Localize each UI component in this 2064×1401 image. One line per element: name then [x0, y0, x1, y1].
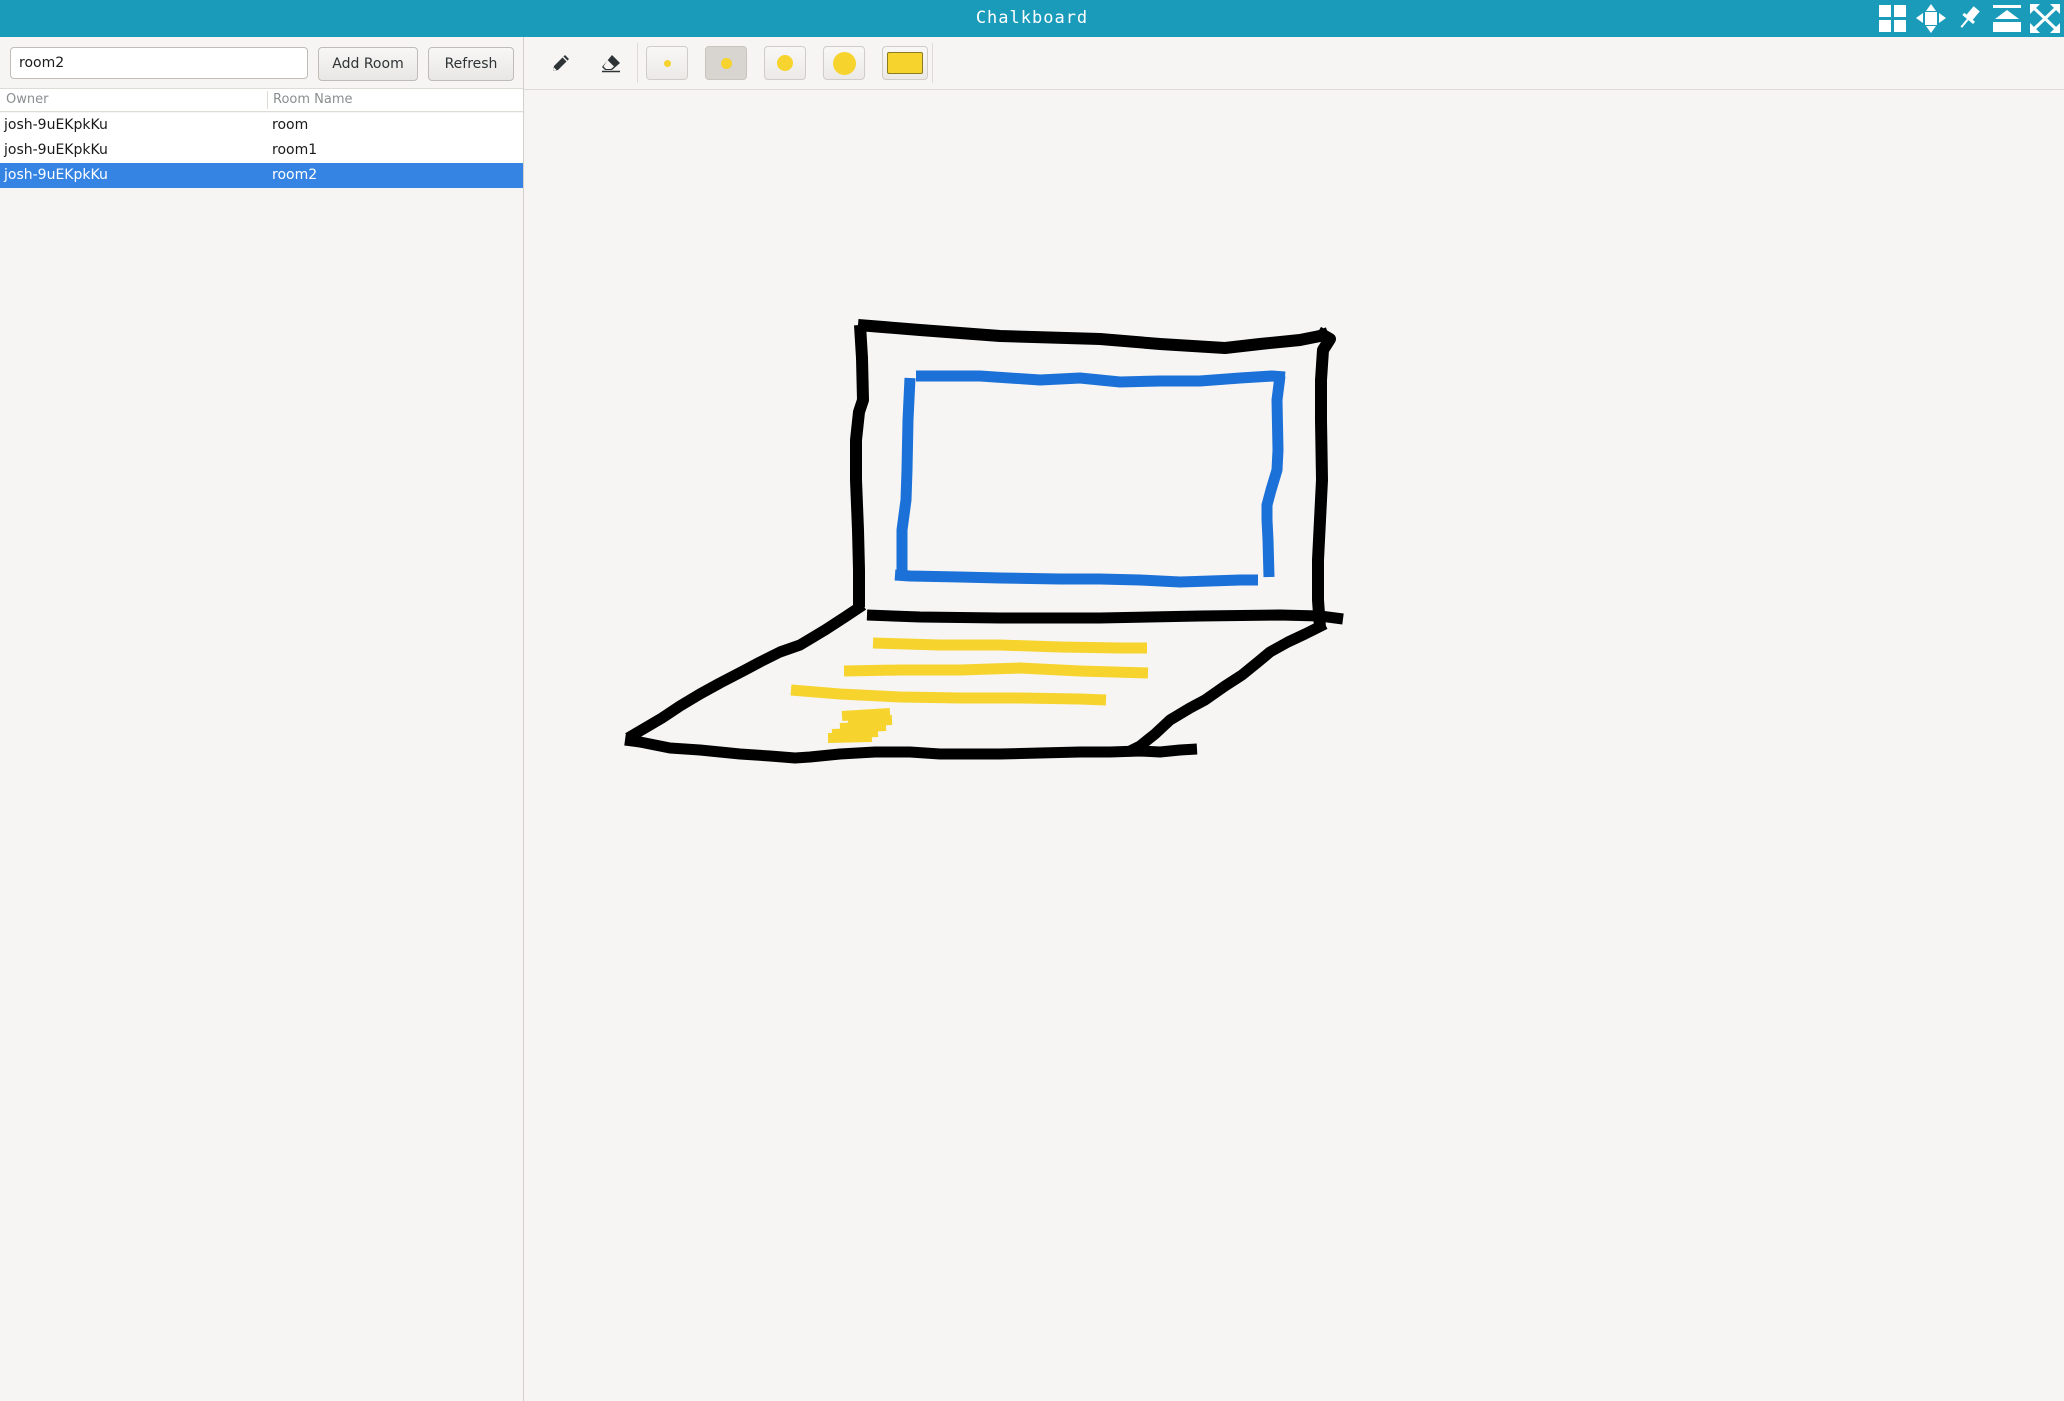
- owner-cell: josh-9uEKpkKu: [4, 117, 108, 133]
- laptop-display-right: [1261, 375, 1286, 578]
- laptop-hinge: [866, 609, 1344, 625]
- laptop-display-left: [896, 377, 916, 575]
- toolbar-separator: [932, 43, 933, 83]
- owner-cell: josh-9uEKpkKu: [4, 167, 108, 183]
- pencil-tool-button[interactable]: [540, 46, 582, 80]
- sidebar: Add Room Refresh Owner Room Name josh-9u…: [0, 37, 524, 1401]
- room-rows: josh-9uEKpkKu room josh-9uEKpkKu room1 j…: [0, 113, 523, 188]
- keyboard-line: [790, 684, 1107, 706]
- move-icon[interactable]: [1914, 2, 1948, 35]
- brush-size-small-button[interactable]: [646, 46, 688, 80]
- table-row[interactable]: josh-9uEKpkKu room1: [0, 138, 523, 163]
- brush-dot-icon: [832, 51, 856, 75]
- column-divider[interactable]: [267, 91, 268, 109]
- table-row[interactable]: josh-9uEKpkKu room: [0, 113, 523, 138]
- drawing-canvas[interactable]: [524, 90, 2064, 1401]
- brush-size-xlarge-button[interactable]: [823, 46, 865, 80]
- add-room-button[interactable]: Add Room: [318, 47, 418, 81]
- eraser-tool-button[interactable]: [590, 46, 632, 80]
- maximize-icon[interactable]: [2028, 2, 2062, 35]
- drawing-toolbar: [524, 37, 2064, 90]
- trackpad-scribble: [827, 708, 893, 743]
- brush-size-medium-button[interactable]: [705, 46, 747, 80]
- window-title: Chalkboard: [975, 8, 1089, 28]
- laptop-screen-right: [1312, 326, 1336, 629]
- color-swatch: [887, 52, 923, 74]
- owner-cell: josh-9uEKpkKu: [4, 142, 108, 158]
- room-name-cell: room1: [272, 142, 318, 158]
- room-name-cell: room: [272, 117, 309, 133]
- laptop-display-outline: [916, 370, 1286, 388]
- laptop-base-bottom: [624, 734, 1198, 764]
- title-bar: Chalkboard: [0, 0, 2064, 37]
- brush-dot-icon: [777, 55, 793, 71]
- laptop-base-right: [1125, 619, 1328, 757]
- eraser-icon: [602, 55, 620, 73]
- color-picker-button[interactable]: [882, 46, 928, 80]
- laptop-base-left: [625, 600, 867, 743]
- refresh-button[interactable]: Refresh: [428, 47, 514, 81]
- tile-icon[interactable]: [1876, 2, 1910, 35]
- brush-dot-icon: [663, 59, 671, 67]
- table-row-selected[interactable]: josh-9uEKpkKu room2: [0, 163, 523, 188]
- minimize-icon[interactable]: [1990, 2, 2024, 35]
- brush-dot-icon: [720, 57, 732, 69]
- room-list: Owner Room Name josh-9uEKpkKu room josh-…: [0, 88, 523, 1401]
- laptop-display-bottom: [894, 569, 1258, 588]
- laptop-screen-top: [857, 319, 1331, 354]
- pin-icon[interactable]: [1952, 2, 1986, 35]
- pencil-icon: [553, 55, 569, 71]
- room-list-header: Owner Room Name: [0, 88, 523, 112]
- brush-size-large-button[interactable]: [764, 46, 806, 80]
- keyboard-line: [872, 637, 1147, 654]
- toolbar-separator: [637, 43, 638, 83]
- room-name-cell: room2: [272, 167, 318, 183]
- owner-column-header[interactable]: Owner: [6, 89, 48, 111]
- keyboard-line: [843, 662, 1149, 679]
- laptop-screen-outline: [850, 324, 869, 607]
- room-name-input[interactable]: [10, 47, 308, 79]
- sketch-drawing: [624, 319, 1344, 764]
- room-name-column-header[interactable]: Room Name: [273, 89, 353, 111]
